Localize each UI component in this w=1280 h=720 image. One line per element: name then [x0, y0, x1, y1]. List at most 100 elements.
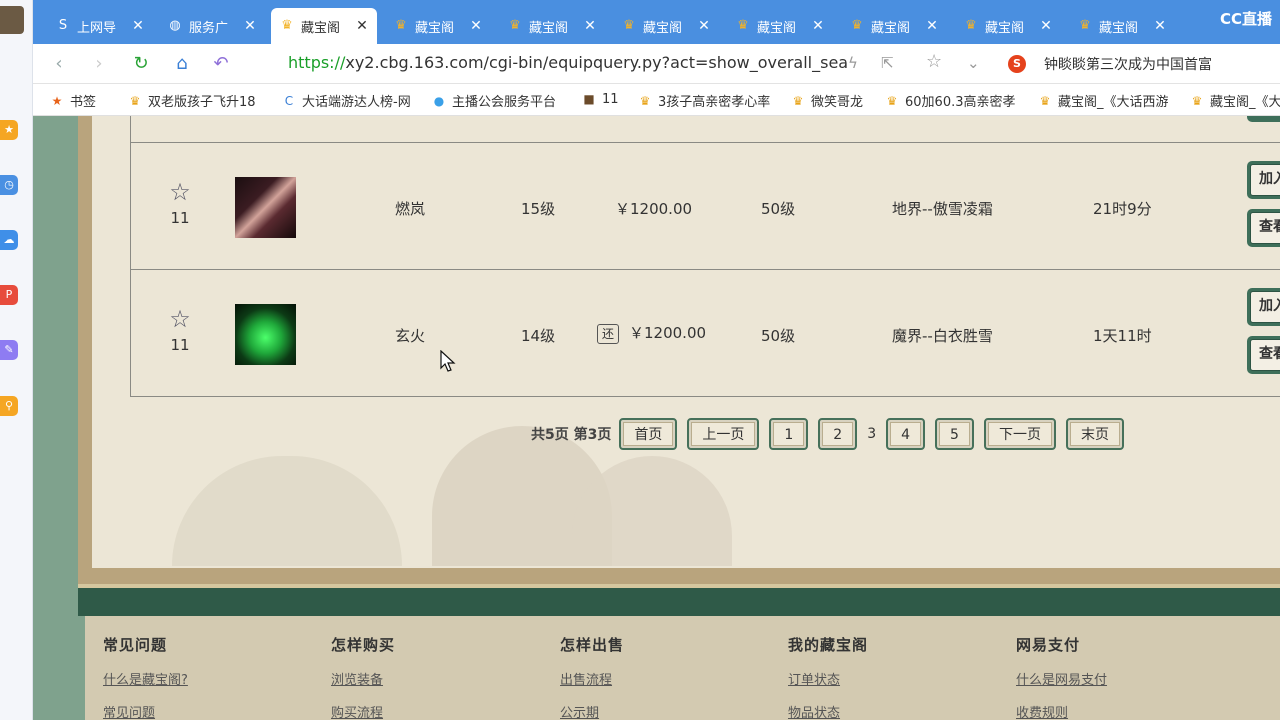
page-5-button[interactable]: 5 — [935, 418, 974, 450]
button-label: 5 — [939, 422, 970, 446]
cbg-logo-icon: ♛ — [792, 93, 804, 108]
prev-row-button-edge[interactable] — [1247, 116, 1280, 122]
item-name[interactable]: 玄火 — [395, 325, 425, 346]
tab-8[interactable]: ♛ 藏宝阁 ✕ — [955, 8, 1061, 44]
close-icon[interactable]: ✕ — [1039, 18, 1053, 34]
platform-logo-icon: ● — [433, 93, 445, 108]
close-icon[interactable]: ✕ — [583, 18, 597, 34]
forward-icon[interactable]: › — [87, 52, 111, 76]
close-icon[interactable]: ✕ — [131, 18, 145, 34]
close-icon[interactable]: ✕ — [355, 18, 369, 34]
undo-icon[interactable]: ↶ — [209, 52, 233, 76]
favorites-star-icon[interactable]: ★ — [0, 120, 18, 140]
reload-icon[interactable]: ↻ — [129, 52, 153, 76]
avatar[interactable] — [0, 6, 24, 34]
star-outline-icon[interactable]: ☆ — [165, 306, 195, 332]
page-1-button[interactable]: 1 — [769, 418, 809, 450]
background-mountain — [172, 456, 402, 566]
add-to-cart-button[interactable]: 加入 — [1247, 288, 1280, 326]
footer-link[interactable]: 出售流程 — [560, 669, 624, 688]
star-outline-icon[interactable]: ☆ — [165, 179, 195, 205]
close-icon[interactable]: ✕ — [925, 18, 939, 34]
bookmark-star-icon[interactable]: ☆ — [926, 51, 942, 72]
footer-link[interactable]: 购买流程 — [331, 702, 395, 720]
side-dock: ★ ◷ ☁ P ✎ ⚲ — [0, 0, 33, 720]
lightning-icon[interactable]: ϟ — [848, 54, 858, 72]
tab-0[interactable]: S 上网导 ✕ — [47, 8, 153, 44]
tab-6[interactable]: ♛ 藏宝阁 ✕ — [727, 8, 833, 44]
url-text: xy2.cbg.163.com/cgi-bin/equipquery.py?ac… — [345, 53, 849, 72]
close-icon[interactable]: ✕ — [1153, 18, 1167, 34]
footer-link[interactable]: 什么是网易支付 — [1016, 669, 1107, 688]
item-thumbnail[interactable] — [235, 304, 296, 365]
search-text: 钟睒睒第三次成为中国首富 — [1044, 57, 1212, 73]
footer-heading: 网易支付 — [1016, 636, 1081, 654]
bookmark-item[interactable]: ♛ 藏宝阁_《大 — [1189, 91, 1280, 111]
tab-2-active[interactable]: ♛ 藏宝阁 ✕ — [271, 8, 377, 44]
tab-4[interactable]: ♛ 藏宝阁 ✕ — [499, 8, 605, 44]
search-box[interactable]: S 钟睒睒第三次成为中国首富 — [1008, 51, 1270, 77]
tab-9[interactable]: ♛ 藏宝阁 ✕ — [1069, 8, 1175, 44]
tab-1[interactable]: ◍ 服务广 ✕ — [159, 8, 265, 44]
footer-link[interactable]: 物品状态 — [788, 702, 868, 720]
footer-link[interactable]: 公示期 — [560, 702, 624, 720]
tab-7[interactable]: ♛ 藏宝阁 ✕ — [841, 8, 947, 44]
cloud-icon[interactable]: ☁ — [0, 230, 18, 250]
view-button[interactable]: 查看 — [1247, 209, 1280, 247]
bookmark-item[interactable]: ★ 书签 — [49, 91, 96, 111]
page-4-button[interactable]: 4 — [886, 418, 926, 450]
bookmark-item[interactable]: ♛ 3孩子高亲密孝心率 — [637, 91, 771, 111]
view-button[interactable]: 查看 — [1247, 336, 1280, 374]
history-clock-icon[interactable]: ◷ — [0, 175, 18, 195]
footer-link[interactable]: 订单状态 — [788, 669, 868, 688]
tab-title: 藏宝阁 — [985, 20, 1025, 36]
chevron-down-icon[interactable]: ⌄ — [967, 54, 980, 72]
bookmark-item[interactable]: ♛ 60加60.3高亲密孝 — [884, 91, 1016, 111]
close-icon[interactable]: ✕ — [811, 18, 825, 34]
footer-column-faq: 常见问题 什么是藏宝阁? 常见问题 — [103, 634, 188, 720]
close-icon[interactable]: ✕ — [243, 18, 257, 34]
bookmark-item[interactable]: ♛ 微笑哥龙 — [790, 91, 863, 111]
prev-page-button[interactable]: 上一页 — [687, 418, 760, 450]
next-page-button[interactable]: 下一页 — [983, 418, 1056, 450]
add-to-cart-button[interactable]: 加入 — [1247, 161, 1280, 199]
cbg-logo-icon: ♛ — [1039, 93, 1051, 108]
last-page-button[interactable]: 末页 — [1065, 418, 1124, 450]
bookmark-item[interactable]: ■ 11 — [581, 91, 618, 107]
favorite-toggle[interactable]: ☆ 11 — [165, 179, 195, 227]
footer-link[interactable]: 浏览装备 — [331, 669, 395, 688]
bookmark-label: 大话端游达人榜-网 — [302, 95, 411, 110]
site-footer: 常见问题 什么是藏宝阁? 常见问题 怎样购买 浏览装备 购买流程 怎样出售 出售… — [85, 616, 1280, 720]
item-name[interactable]: 燃岚 — [395, 198, 425, 219]
close-icon[interactable]: ✕ — [697, 18, 711, 34]
tab-title: 藏宝阁 — [1099, 20, 1139, 36]
item-thumbnail[interactable] — [235, 177, 296, 238]
footer-link[interactable]: 收费规则 — [1016, 702, 1107, 720]
bookmark-item[interactable]: ♛ 藏宝阁_《大话西游 — [1037, 91, 1169, 111]
bookmark-item[interactable]: C 大话端游达人榜-网 — [281, 91, 411, 111]
home-icon[interactable]: ⌂ — [170, 52, 194, 76]
pdf-icon[interactable]: P — [0, 285, 18, 305]
bookmark-item[interactable]: ● 主播公会服务平台 — [431, 91, 556, 111]
tab-5[interactable]: ♛ 藏宝阁 ✕ — [613, 8, 719, 44]
cbg-logo-icon: ♛ — [965, 18, 977, 33]
close-icon[interactable]: ✕ — [469, 18, 483, 34]
cbg-logo-icon: ♛ — [1079, 18, 1091, 33]
bookmark-item[interactable]: ♛ 双老版孩子飞升18 — [127, 91, 256, 111]
cbg-logo-icon: ♛ — [886, 93, 898, 108]
footer-link[interactable]: 什么是藏宝阁? — [103, 669, 188, 688]
listing-table: ☆ 11 燃岚 15级 ￥1200.00 50级 地界--傲雪凌霜 21时9分 … — [130, 116, 1280, 397]
url-field[interactable]: https://xy2.cbg.163.com/cgi-bin/equipque… — [288, 53, 848, 72]
favorite-toggle[interactable]: ☆ 11 — [165, 306, 195, 354]
edit-pen-icon[interactable]: ✎ — [0, 340, 18, 360]
bargain-badge: 还 — [597, 323, 619, 344]
cbg-logo-icon: ♛ — [623, 18, 635, 33]
back-icon[interactable]: ‹ — [47, 52, 71, 76]
first-page-button[interactable]: 首页 — [619, 418, 678, 450]
share-icon[interactable]: ⇱ — [881, 54, 894, 72]
footer-link[interactable]: 常见问题 — [103, 702, 188, 720]
c-logo-icon: C — [284, 93, 294, 108]
search-icon[interactable]: ⚲ — [0, 396, 18, 416]
tab-3[interactable]: ♛ 藏宝阁 ✕ — [385, 8, 491, 44]
page-2-button[interactable]: 2 — [818, 418, 858, 450]
